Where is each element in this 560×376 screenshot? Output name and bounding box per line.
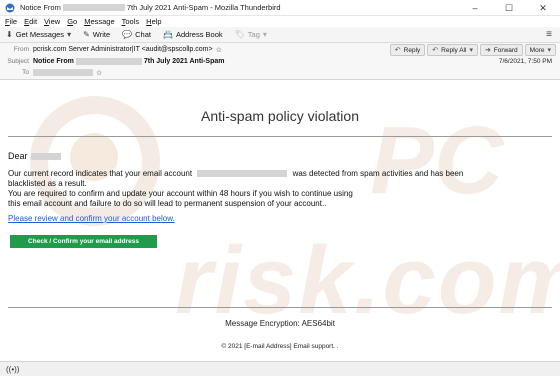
window-titlebar: Notice From 7th July 2021 Anti-Spam - Mo… bbox=[0, 0, 560, 16]
redacted-block bbox=[33, 69, 93, 76]
redacted-block bbox=[62, 4, 125, 11]
write-button[interactable]: ✎ Write bbox=[81, 28, 112, 42]
subject-row: Subject Notice From 7th July 2021 Anti-S… bbox=[0, 56, 225, 67]
menu-message[interactable]: Message bbox=[84, 17, 114, 26]
encryption-notice: Message Encryption: AES64bit bbox=[225, 319, 335, 328]
tag-button[interactable]: 🏷 Tag ▾ bbox=[233, 28, 269, 42]
connection-status-icon[interactable]: ((•)) bbox=[6, 365, 19, 374]
window-title: Notice From 7th July 2021 Anti-Spam - Mo… bbox=[20, 3, 281, 12]
from-row: From pcrisk.com Server Administrator|IT … bbox=[0, 44, 222, 55]
window-title-suffix: 7th July 2021 Anti-Spam - Mozilla Thunde… bbox=[126, 3, 281, 12]
divider bbox=[8, 307, 552, 308]
menu-help[interactable]: Help bbox=[146, 17, 161, 26]
copyright-notice: © 2021 [E-mail Address] Email support. . bbox=[221, 343, 339, 350]
forward-icon: ➜ bbox=[484, 47, 491, 54]
reply-icon: ↶ bbox=[394, 47, 401, 54]
paragraph-line: Our current record indicates that your e… bbox=[8, 169, 464, 178]
chevron-down-icon: ▾ bbox=[262, 30, 267, 39]
to-label: To bbox=[22, 69, 29, 76]
message-header: From pcrisk.com Server Administrator|IT … bbox=[0, 43, 560, 80]
menu-file[interactable]: File bbox=[5, 17, 17, 26]
forward-button[interactable]: ➜ Forward bbox=[479, 44, 523, 56]
from-value[interactable]: pcrisk.com Server Administrator|IT <audi… bbox=[33, 46, 222, 54]
message-headline: Anti-spam policy violation bbox=[201, 108, 359, 124]
to-row: To ☆ bbox=[0, 67, 102, 78]
message-body: PC risk.com Anti-spam policy violation D… bbox=[0, 81, 560, 361]
redacted-block bbox=[197, 170, 288, 178]
to-value[interactable]: ☆ bbox=[33, 69, 102, 77]
divider bbox=[8, 136, 552, 137]
reply-all-icon: ↶ bbox=[432, 47, 439, 54]
menu-bar: File Edit View Go Message Tools Help bbox=[0, 16, 560, 27]
header-action-buttons: ↶ Reply ↶ Reply All ▾ ➜ Forward More ▾ bbox=[388, 44, 556, 56]
menu-go[interactable]: Go bbox=[67, 17, 77, 26]
chevron-down-icon: ▾ bbox=[547, 47, 551, 54]
menu-edit[interactable]: Edit bbox=[24, 17, 37, 26]
chat-bubble-icon: 💬 bbox=[122, 30, 133, 39]
paragraph-line: You are required to confirm and update y… bbox=[8, 189, 353, 198]
tag-icon: 🏷 bbox=[234, 30, 245, 39]
redacted-block bbox=[30, 152, 61, 160]
window-title-prefix: Notice From bbox=[20, 3, 61, 12]
status-bar: ((•)) bbox=[0, 361, 560, 376]
redacted-block bbox=[75, 58, 142, 65]
star-icon[interactable]: ☆ bbox=[216, 46, 222, 54]
paragraph-line: blacklisted as a result. bbox=[8, 179, 87, 188]
from-label: From bbox=[13, 46, 29, 53]
star-icon[interactable]: ☆ bbox=[96, 69, 102, 77]
maximize-button[interactable]: ☐ bbox=[492, 0, 526, 16]
main-toolbar: ⬇ Get Messages ▾ ✎ Write 💬 Chat 📇 Addres… bbox=[0, 27, 560, 43]
menu-view[interactable]: View bbox=[44, 17, 60, 26]
thunderbird-app-icon bbox=[5, 3, 15, 13]
reply-all-button[interactable]: ↶ Reply All ▾ bbox=[427, 44, 478, 56]
address-book-icon: 📇 bbox=[162, 30, 173, 39]
chevron-down-icon[interactable]: ▾ bbox=[67, 30, 71, 39]
message-paragraph: Our current record indicates that your e… bbox=[8, 169, 540, 209]
message-date: 7/6/2021, 7:50 PM bbox=[498, 58, 552, 65]
pencil-icon: ✎ bbox=[83, 30, 90, 39]
paragraph-line: this email account and failure to do so … bbox=[8, 199, 327, 208]
subject-label: Subject bbox=[7, 58, 29, 65]
menu-tools[interactable]: Tools bbox=[122, 17, 140, 26]
get-messages-button[interactable]: ⬇ Get Messages ▾ bbox=[4, 28, 73, 42]
subject-value: Notice From 7th July 2021 Anti-Spam bbox=[33, 58, 225, 65]
greeting: Dear bbox=[8, 151, 61, 161]
chevron-down-icon[interactable]: ▾ bbox=[469, 46, 473, 54]
window-controls: – ☐ ✕ bbox=[458, 0, 560, 16]
reply-button[interactable]: ↶ Reply bbox=[389, 44, 426, 56]
review-account-link[interactable]: Please review and confirm your account b… bbox=[8, 214, 175, 223]
confirm-email-button[interactable]: Check / Confirm your email address bbox=[10, 235, 157, 248]
more-button[interactable]: More ▾ bbox=[524, 44, 556, 56]
minimize-button[interactable]: – bbox=[458, 0, 492, 16]
close-button[interactable]: ✕ bbox=[526, 0, 560, 16]
app-menu-icon[interactable]: ≡ bbox=[546, 29, 552, 40]
address-book-button[interactable]: 📇 Address Book bbox=[161, 28, 225, 42]
chat-button[interactable]: 💬 Chat bbox=[120, 28, 153, 42]
download-icon: ⬇ bbox=[6, 30, 13, 39]
